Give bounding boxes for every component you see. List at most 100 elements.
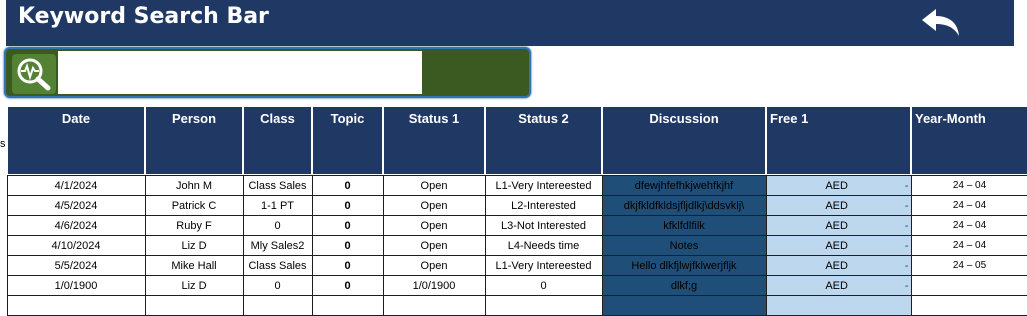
cell-discussion[interactable]: Hello dlkfjlwjfklwerjfljk — [601, 255, 767, 276]
data-table: Date Person Class Topic Status 1 Status … — [6, 107, 1027, 316]
free-1-currency: AED — [825, 199, 848, 212]
cell-free-1[interactable]: AED - — [765, 215, 912, 236]
cell-person[interactable]: Mike Hall — [144, 255, 244, 276]
cell-year-month[interactable] — [910, 295, 1027, 316]
column-header-status-1[interactable]: Status 1 — [382, 107, 486, 174]
table-row[interactable]: 1/0/1900 Liz D 0 0 1/0/1900 0 dlkf;g AED… — [6, 275, 1027, 296]
cell-status-2[interactable]: L3-Not Interested — [484, 215, 603, 236]
cell-date[interactable]: 5/5/2024 — [6, 255, 146, 276]
cell-discussion[interactable]: dlkf;g — [601, 275, 767, 296]
free-1-currency: AED — [825, 179, 848, 192]
cell-date[interactable] — [6, 295, 146, 316]
column-header-class[interactable]: Class — [242, 107, 313, 174]
cell-status-2[interactable]: L1-Very Intereested — [484, 175, 603, 196]
cell-status-1[interactable] — [382, 295, 486, 316]
cell-class[interactable]: Mly Sales2 — [242, 235, 313, 256]
free-1-amount: - — [904, 219, 909, 232]
cell-status-1[interactable]: 1/0/1900 — [382, 275, 486, 296]
cell-topic[interactable]: 0 — [311, 255, 384, 276]
cell-status-2[interactable]: L4-Needs time — [484, 235, 603, 256]
cell-person[interactable]: Liz D — [144, 275, 244, 296]
cell-class[interactable]: Class Sales — [242, 175, 313, 196]
cell-status-1[interactable]: Open — [382, 175, 486, 196]
column-header-discussion[interactable]: Discussion — [601, 107, 767, 174]
cell-person[interactable]: Patrick C — [144, 195, 244, 216]
free-1-amount: - — [904, 179, 909, 192]
cell-date[interactable]: 4/1/2024 — [6, 175, 146, 196]
cell-topic[interactable]: 0 — [311, 175, 384, 196]
free-1-amount: - — [904, 259, 909, 272]
cell-year-month[interactable]: 24 – 04 — [910, 195, 1027, 216]
cell-topic[interactable] — [311, 295, 384, 316]
cell-year-month[interactable]: 24 – 04 — [910, 215, 1027, 236]
column-header-topic[interactable]: Topic — [311, 107, 384, 174]
free-1-currency: AED — [825, 279, 848, 292]
cell-free-1[interactable]: AED - — [765, 275, 912, 296]
cell-topic[interactable]: 0 — [311, 275, 384, 296]
column-header-status-2[interactable]: Status 2 — [484, 107, 603, 174]
column-header-free-1[interactable]: Free 1 — [765, 107, 912, 174]
cell-discussion[interactable]: kfklfdlfilk — [601, 215, 767, 236]
cell-status-2[interactable]: L2-Interested — [484, 195, 603, 216]
cell-person[interactable]: Ruby F — [144, 215, 244, 236]
cell-person[interactable]: Liz D — [144, 235, 244, 256]
cell-year-month[interactable] — [910, 275, 1027, 296]
cell-topic[interactable]: 0 — [311, 235, 384, 256]
undo-arrow-icon[interactable] — [918, 6, 962, 38]
cell-class[interactable] — [242, 295, 313, 316]
free-1-amount: - — [904, 239, 909, 252]
free-1-currency: AED — [825, 259, 848, 272]
cell-status-1[interactable]: Open — [382, 235, 486, 256]
free-1-amount: - — [904, 199, 909, 212]
table-row[interactable]: 4/6/2024 Ruby F 0 0 Open L3-Not Interest… — [6, 215, 1027, 236]
search-icon-button[interactable] — [12, 54, 56, 94]
cell-year-month[interactable]: 24 – 04 — [910, 235, 1027, 256]
cell-free-1[interactable]: AED - — [765, 255, 912, 276]
magnifier-pulse-icon — [17, 58, 51, 91]
page-title: Keyword Search Bar — [18, 4, 269, 29]
table-row[interactable]: 4/10/2024 Liz D Mly Sales2 0 Open L4-Nee… — [6, 235, 1027, 256]
cell-class[interactable]: Class Sales — [242, 255, 313, 276]
cell-free-1[interactable]: AED - — [765, 175, 912, 196]
cell-free-1[interactable] — [765, 295, 912, 316]
cell-class[interactable]: 1-1 PT — [242, 195, 313, 216]
cell-status-2[interactable]: 0 — [484, 275, 603, 296]
cell-person[interactable]: John M — [144, 175, 244, 196]
cell-topic[interactable]: 0 — [311, 195, 384, 216]
cell-status-1[interactable]: Open — [382, 215, 486, 236]
cell-date[interactable]: 4/5/2024 — [6, 195, 146, 216]
free-1-amount: - — [904, 279, 909, 292]
table-row[interactable]: 4/5/2024 Patrick C 1-1 PT 0 Open L2-Inte… — [6, 195, 1027, 216]
cell-discussion[interactable]: Notes — [601, 235, 767, 256]
column-header-person[interactable]: Person — [144, 107, 244, 174]
cell-free-1[interactable]: AED - — [765, 195, 912, 216]
table-row[interactable]: 5/5/2024 Mike Hall Class Sales 0 Open L1… — [6, 255, 1027, 276]
cell-topic[interactable]: 0 — [311, 215, 384, 236]
cell-year-month[interactable]: 24 – 04 — [910, 175, 1027, 196]
cell-year-month[interactable]: 24 – 05 — [910, 255, 1027, 276]
title-bar: Keyword Search Bar — [6, 0, 1014, 46]
search-input[interactable] — [58, 51, 422, 94]
cell-status-1[interactable]: Open — [382, 195, 486, 216]
free-1-currency: AED — [825, 239, 848, 252]
cell-status-2[interactable] — [484, 295, 603, 316]
cell-discussion[interactable] — [601, 295, 767, 316]
cut-off-label: s — [0, 138, 6, 150]
cell-person[interactable] — [144, 295, 244, 316]
cell-class[interactable]: 0 — [242, 275, 313, 296]
cell-status-2[interactable]: L1-Very Intereested — [484, 255, 603, 276]
table-row[interactable] — [6, 295, 1027, 316]
cell-status-1[interactable]: Open — [382, 255, 486, 276]
cell-date[interactable]: 1/0/1900 — [6, 275, 146, 296]
column-header-year-month[interactable]: Year-Month — [910, 107, 1027, 174]
cell-date[interactable]: 4/6/2024 — [6, 215, 146, 236]
table-row[interactable]: 4/1/2024 John M Class Sales 0 Open L1-Ve… — [6, 175, 1027, 196]
cell-discussion[interactable]: dkjfkldfkldsjfljdlkj\ddsvklj\ — [601, 195, 767, 216]
cell-free-1[interactable]: AED - — [765, 235, 912, 256]
header-row: Date Person Class Topic Status 1 Status … — [6, 107, 1027, 174]
cell-class[interactable]: 0 — [242, 215, 313, 236]
free-1-currency: AED — [825, 219, 848, 232]
cell-date[interactable]: 4/10/2024 — [6, 235, 146, 256]
column-header-date[interactable]: Date — [6, 107, 146, 174]
cell-discussion[interactable]: dfewjhfefhkjwehfkjhf — [601, 175, 767, 196]
